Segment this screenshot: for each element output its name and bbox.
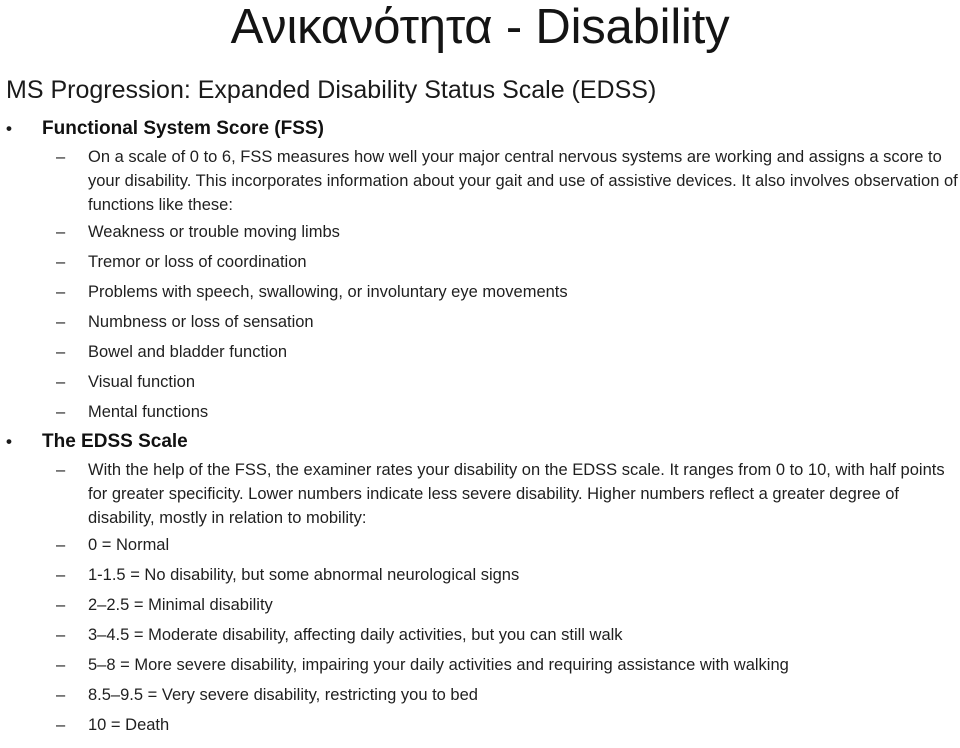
outline-item-label: Visual function (88, 373, 196, 391)
outline-item-edss-level: – 2–2.5 = Minimal disability (0, 590, 960, 620)
dash-icon: – (56, 656, 66, 674)
dash-icon: – (56, 596, 66, 614)
outline-item-label: Numbness or loss of sensation (88, 313, 314, 331)
outline-item-edss-intro-text: With the help of the FSS, the examiner r… (88, 461, 945, 527)
outline-item-label: 0 = Normal (88, 536, 170, 554)
outline-heading-edss: • The EDSS Scale (0, 427, 960, 457)
outline-item-label: Weakness or trouble moving limbs (88, 223, 340, 241)
bullet-icon: • (6, 119, 12, 138)
outline-item-label: 1-1.5 = No disability, but some abnormal… (88, 566, 520, 584)
outline-item-fss-intro-text: On a scale of 0 to 6, FSS measures how w… (88, 148, 958, 214)
outline-item-edss-level: – 0 = Normal (0, 530, 960, 560)
outline-item-edss-intro: – With the help of the FSS, the examiner… (0, 458, 960, 530)
dash-icon: – (56, 253, 66, 271)
outline-item-edss-level: – 8.5–9.5 = Very severe disability, rest… (0, 680, 960, 710)
outline-item-fss-function: – Weakness or trouble moving limbs (0, 217, 960, 247)
outline-item-edss-level: – 5–8 = More severe disability, impairin… (0, 650, 960, 680)
outline-item-fss-function: – Tremor or loss of coordination (0, 247, 960, 277)
outline-item-fss-function: – Problems with speech, swallowing, or i… (0, 277, 960, 307)
slide-canvas: Ανικανότητα - Disability MS Progression:… (0, 0, 960, 748)
dash-icon: – (56, 626, 66, 644)
outline-item-label: Bowel and bladder function (88, 343, 288, 361)
dash-icon: – (56, 566, 66, 584)
outline-item-label: 8.5–9.5 = Very severe disability, restri… (88, 686, 478, 704)
page-subtitle: MS Progression: Expanded Disability Stat… (6, 76, 657, 104)
dash-icon: – (56, 313, 66, 331)
bullet-icon: • (6, 432, 12, 451)
outline-item-label: 5–8 = More severe disability, impairing … (88, 656, 789, 674)
outline-heading-edss-label: The EDSS Scale (42, 431, 188, 452)
outline-item-fss-function: – Bowel and bladder function (0, 337, 960, 367)
outline-item-label: Mental functions (88, 403, 209, 421)
dash-icon: – (56, 343, 66, 361)
outline-item-label: Problems with speech, swallowing, or inv… (88, 283, 568, 301)
outline-body: • Functional System Score (FSS) – On a s… (0, 114, 960, 740)
outline-item-fss-function: – Visual function (0, 367, 960, 397)
dash-icon: – (56, 716, 66, 734)
outline-item-label: Tremor or loss of coordination (88, 253, 307, 271)
dash-icon: – (56, 283, 66, 301)
dash-icon: – (56, 536, 66, 554)
dash-icon: – (56, 461, 66, 479)
outline-item-edss-level: – 10 = Death (0, 710, 960, 740)
outline-item-fss-function: – Numbness or loss of sensation (0, 307, 960, 337)
outline-heading-fss-label: Functional System Score (FSS) (42, 118, 324, 139)
outline-heading-fss: • Functional System Score (FSS) (0, 114, 960, 144)
dash-icon: – (56, 686, 66, 704)
outline-item-label: 3–4.5 = Moderate disability, affecting d… (88, 626, 623, 644)
dash-icon: – (56, 403, 66, 421)
outline-item-edss-level: – 3–4.5 = Moderate disability, affecting… (0, 620, 960, 650)
page-title: Ανικανότητα - Disability (230, 0, 730, 54)
outline-item-fss-function: – Mental functions (0, 397, 960, 427)
dash-icon: – (56, 223, 66, 241)
outline-item-label: 10 = Death (88, 716, 170, 734)
dash-icon: – (56, 148, 66, 166)
dash-icon: – (56, 373, 66, 391)
outline-item-label: 2–2.5 = Minimal disability (88, 596, 273, 614)
outline-item-fss-intro: – On a scale of 0 to 6, FSS measures how… (0, 145, 960, 217)
outline-item-edss-level: – 1-1.5 = No disability, but some abnorm… (0, 560, 960, 590)
